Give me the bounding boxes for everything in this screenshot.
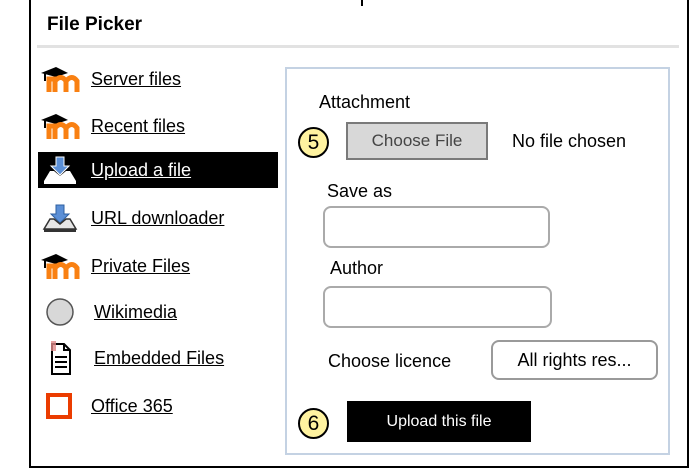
circle-icon — [38, 295, 82, 329]
download-icon — [38, 201, 82, 235]
choose-file-button[interactable]: Choose File — [346, 122, 488, 160]
sidebar-item-label: Server files — [91, 68, 182, 89]
moodle-icon — [38, 62, 82, 96]
sidebar-item-url-downloader[interactable]: URL downloader — [38, 200, 224, 236]
author-label: Author — [330, 258, 384, 278]
sidebar-item-recent-files[interactable]: Recent files — [38, 108, 185, 144]
upload-file-button[interactable]: Upload this file — [347, 401, 531, 442]
sidebar-item-private-files[interactable]: Private Files — [38, 248, 190, 284]
moodle-icon — [38, 249, 82, 283]
sidebar-item-label: Private Files — [91, 255, 191, 276]
save-as-label: Save as — [327, 181, 393, 201]
sidebar-item-wikimedia[interactable]: Wikimedia — [38, 294, 177, 330]
office-icon — [38, 389, 82, 423]
document-icon — [38, 341, 82, 375]
dialog-title: File Picker — [47, 14, 143, 35]
save-as-field[interactable] — [323, 206, 550, 248]
title-divider — [37, 45, 679, 48]
sidebar-item-label: Wikimedia — [94, 301, 178, 322]
licence-select[interactable]: All rights res... — [491, 340, 658, 380]
sidebar-item-label: Office 365 — [91, 395, 173, 416]
author-field[interactable] — [323, 286, 552, 328]
sidebar-item-label: Embedded Files — [94, 347, 225, 368]
sidebar-item-upload-a-file[interactable]: Upload a file — [38, 152, 278, 188]
upload-icon — [38, 153, 82, 187]
moodle-icon — [38, 109, 82, 143]
sidebar-item-label: Upload a file — [91, 159, 192, 180]
sidebar-item-label: Recent files — [91, 115, 186, 136]
sidebar-item-embedded-files[interactable]: Embedded Files — [38, 340, 224, 376]
no-file-chosen-text: No file chosen — [512, 131, 627, 151]
sidebar-item-office-365[interactable]: Office 365 — [38, 388, 173, 424]
window-edge — [361, 0, 363, 6]
step-5-badge: 5 — [298, 127, 329, 158]
sidebar-item-server-files[interactable]: Server files — [38, 61, 181, 97]
sidebar-item-label: URL downloader — [91, 207, 225, 228]
attachment-label: Attachment — [319, 92, 411, 112]
choose-licence-label: Choose licence — [328, 351, 452, 371]
step-6-badge: 6 — [298, 408, 329, 439]
